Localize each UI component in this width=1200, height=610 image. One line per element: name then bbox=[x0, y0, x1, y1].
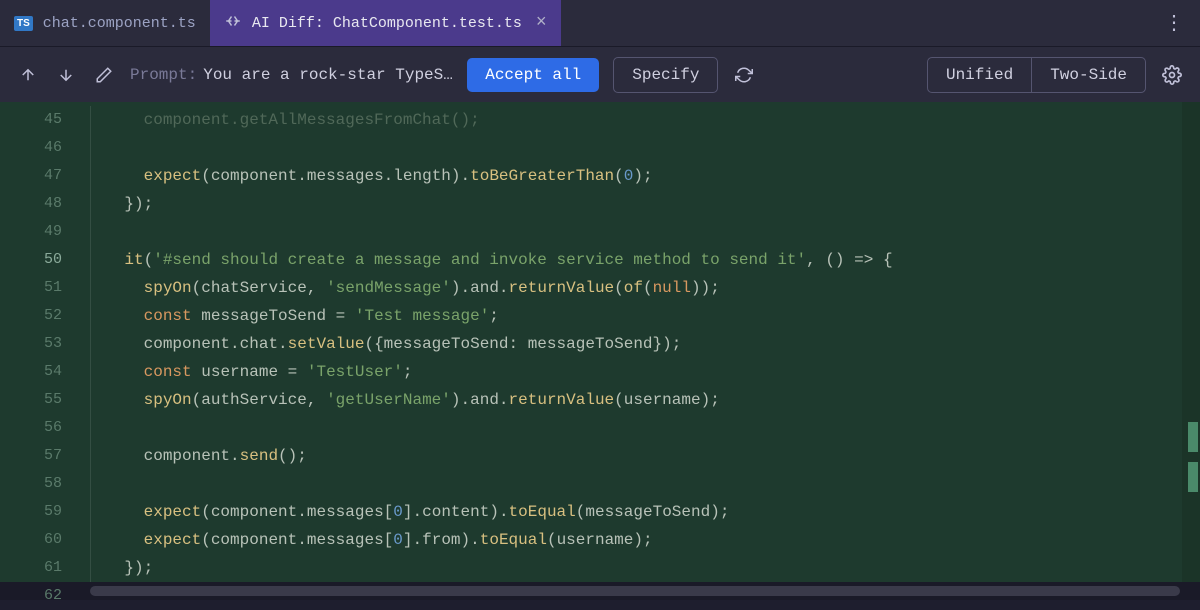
line-number: 51 bbox=[0, 274, 80, 302]
line-number: 49 bbox=[0, 218, 80, 246]
code-line[interactable]: }); bbox=[80, 190, 1200, 218]
code-line[interactable]: it('#send should create a message and in… bbox=[80, 246, 1200, 274]
line-number-gutter: 454647484950515253545556575859606162 bbox=[0, 102, 80, 582]
specify-button[interactable]: Specify bbox=[613, 57, 718, 93]
line-number: 50 bbox=[0, 246, 80, 274]
prompt-display[interactable]: Prompt: You are a rock-star TypeScrip… bbox=[130, 66, 453, 84]
arrow-up-icon[interactable] bbox=[16, 63, 40, 87]
tabs-bar: TS chat.component.ts AI Diff: ChatCompon… bbox=[0, 0, 1200, 46]
line-number: 52 bbox=[0, 302, 80, 330]
line-number: 48 bbox=[0, 190, 80, 218]
code-line[interactable] bbox=[80, 218, 1200, 246]
tab-ai-diff[interactable]: AI Diff: ChatComponent.test.ts × bbox=[210, 0, 561, 46]
line-number: 45 bbox=[0, 106, 80, 134]
code-line[interactable]: component.getAllMessagesFromChat(); bbox=[80, 106, 1200, 134]
kebab-menu-icon[interactable]: ⋮ bbox=[1164, 10, 1184, 36]
edit-icon[interactable] bbox=[92, 63, 116, 87]
typescript-icon: TS bbox=[14, 16, 33, 31]
code-line[interactable]: expect(component.messages[0].content).to… bbox=[80, 498, 1200, 526]
line-number: 47 bbox=[0, 162, 80, 190]
bottom-scrollbar-area bbox=[0, 582, 1200, 600]
accept-all-button[interactable]: Accept all bbox=[467, 58, 599, 92]
code-line[interactable]: component.send(); bbox=[80, 442, 1200, 470]
minimap-marker bbox=[1188, 422, 1198, 452]
line-number: 54 bbox=[0, 358, 80, 386]
code-line[interactable]: }); bbox=[80, 554, 1200, 582]
line-number: 58 bbox=[0, 470, 80, 498]
settings-gear-icon[interactable] bbox=[1160, 63, 1184, 87]
line-number: 56 bbox=[0, 414, 80, 442]
prompt-label: Prompt: bbox=[130, 66, 197, 84]
close-icon[interactable]: × bbox=[536, 13, 547, 33]
code-line[interactable]: expect(component.messages[0].from).toEqu… bbox=[80, 526, 1200, 554]
minimap-marker bbox=[1188, 462, 1198, 492]
tab-chat-component[interactable]: TS chat.component.ts bbox=[0, 0, 210, 46]
code-line[interactable]: spyOn(authService, 'getUserName').and.re… bbox=[80, 386, 1200, 414]
action-bar: Prompt: You are a rock-star TypeScrip… A… bbox=[0, 46, 1200, 102]
arrow-down-icon[interactable] bbox=[54, 63, 78, 87]
tab-label: chat.component.ts bbox=[43, 15, 196, 32]
line-number: 46 bbox=[0, 134, 80, 162]
line-number: 59 bbox=[0, 498, 80, 526]
minimap[interactable] bbox=[1182, 102, 1200, 582]
unified-view-option[interactable]: Unified bbox=[928, 58, 1032, 92]
code-line[interactable]: const username = 'TestUser'; bbox=[80, 358, 1200, 386]
refresh-icon[interactable] bbox=[732, 63, 756, 87]
code-editor[interactable]: 454647484950515253545556575859606162 com… bbox=[0, 102, 1200, 582]
line-number: 60 bbox=[0, 526, 80, 554]
line-number: 57 bbox=[0, 442, 80, 470]
two-side-view-option[interactable]: Two-Side bbox=[1032, 58, 1145, 92]
code-line[interactable] bbox=[80, 414, 1200, 442]
line-number: 61 bbox=[0, 554, 80, 582]
code-line[interactable] bbox=[80, 470, 1200, 498]
line-number: 55 bbox=[0, 386, 80, 414]
horizontal-scrollbar[interactable] bbox=[90, 586, 1180, 596]
view-mode-toggle: Unified Two-Side bbox=[927, 57, 1146, 93]
code-line[interactable]: spyOn(chatService, 'sendMessage').and.re… bbox=[80, 274, 1200, 302]
ai-diff-icon bbox=[224, 12, 242, 35]
code-line[interactable]: expect(component.messages.length).toBeGr… bbox=[80, 162, 1200, 190]
code-line[interactable] bbox=[80, 134, 1200, 162]
line-number: 62 bbox=[0, 582, 80, 610]
prompt-text: You are a rock-star TypeScrip… bbox=[203, 66, 453, 84]
tab-label: AI Diff: ChatComponent.test.ts bbox=[252, 15, 522, 32]
code-line[interactable]: const messageToSend = 'Test message'; bbox=[80, 302, 1200, 330]
line-number: 53 bbox=[0, 330, 80, 358]
code-line[interactable]: component.chat.setValue({messageToSend: … bbox=[80, 330, 1200, 358]
code-content[interactable]: component.getAllMessagesFromChat(); expe… bbox=[80, 102, 1200, 582]
